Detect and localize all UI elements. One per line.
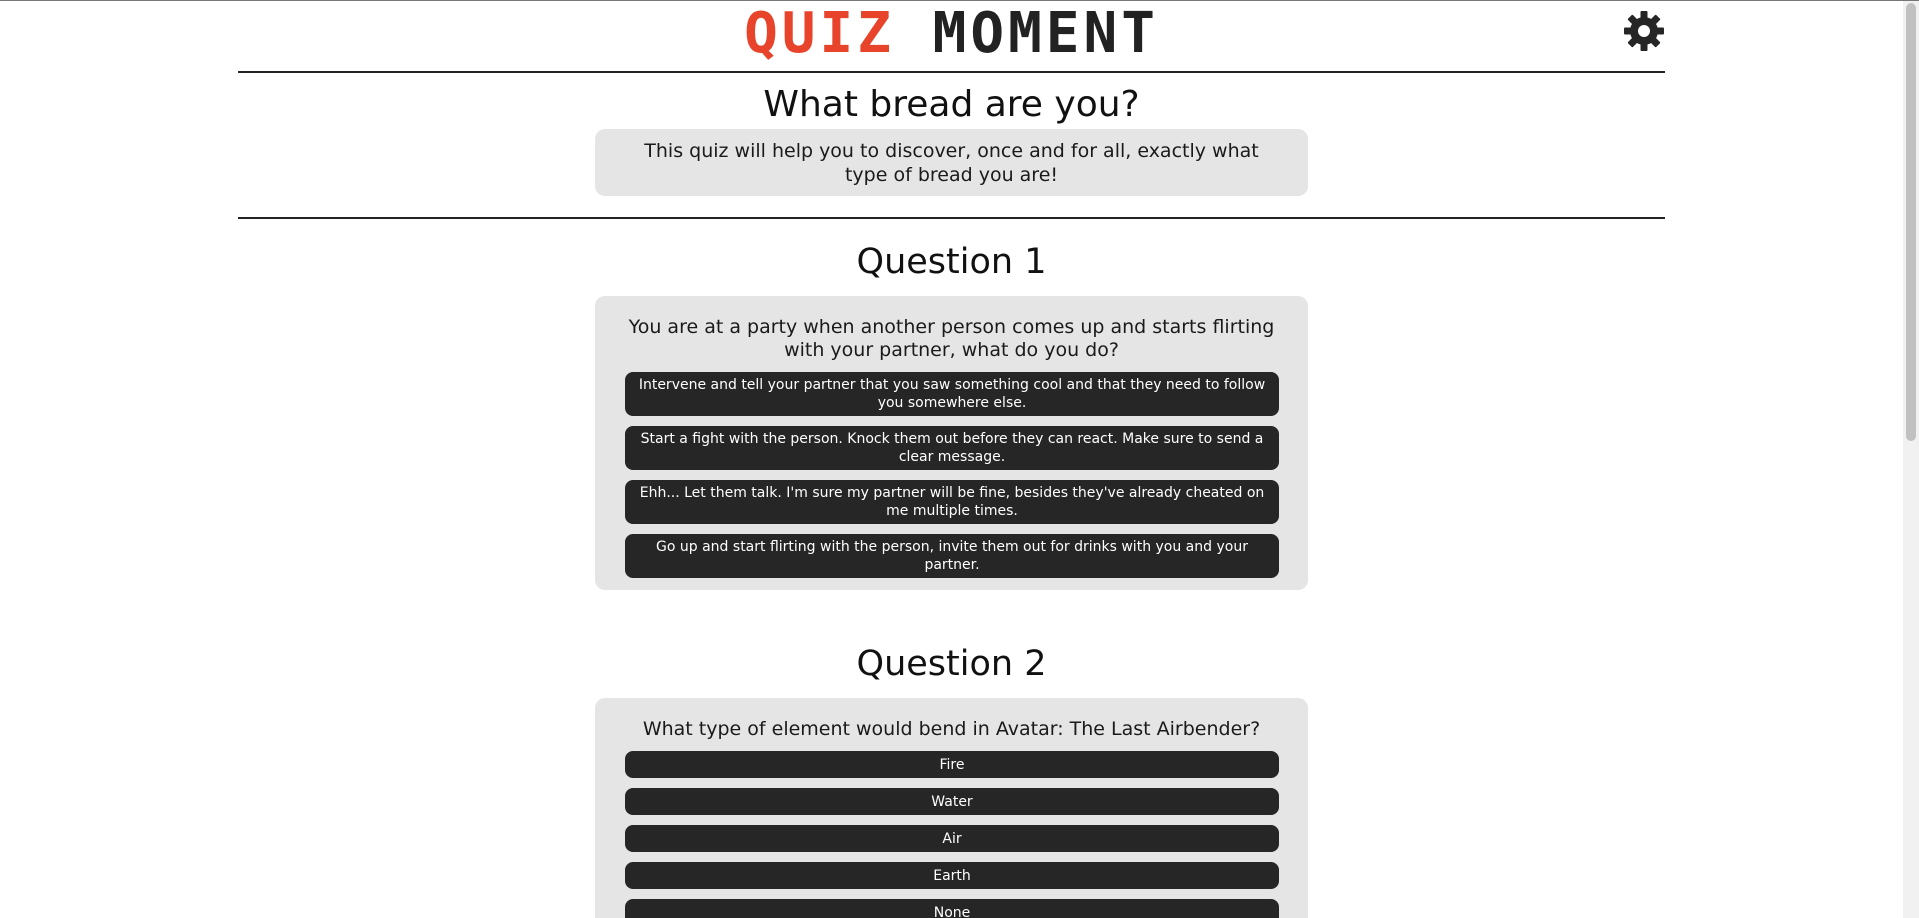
question-text: You are at a party when another person c… [628,316,1275,361]
answer-button[interactable]: Ehh... Let them talk. I'm sure my partne… [625,480,1279,524]
answer-button[interactable]: Start a fight with the person. Knock the… [625,426,1279,470]
site-logo[interactable]: QUIZ MOMENT [238,3,1665,65]
question-card: What type of element would bend in Avata… [595,698,1308,918]
quiz-title: What bread are you? [763,84,1140,125]
site-header: QUIZ MOMENT [238,1,1665,73]
settings-button[interactable] [1623,10,1665,52]
section-divider [238,217,1665,219]
answer-button[interactable]: None [625,899,1279,918]
answer-button[interactable]: Go up and start flirting with the person… [625,534,1279,578]
vertical-scrollbar[interactable] [1903,1,1919,918]
answer-button[interactable]: Earth [625,862,1279,889]
question-heading: Question 2 [856,644,1047,684]
answer-button[interactable]: Air [625,825,1279,852]
gear-icon [1624,11,1664,51]
logo-word-quiz: QUIZ [744,1,895,66]
answer-button[interactable]: Fire [625,751,1279,778]
question-card: You are at a party when another person c… [595,296,1308,590]
question-heading: Question 1 [856,242,1047,282]
answer-button[interactable]: Water [625,788,1279,815]
quiz-description: This quiz will help you to discover, onc… [595,129,1308,196]
quiz-page: QUIZ MOMENT What bread are you? This qui… [0,0,1919,918]
scrollbar-thumb[interactable] [1906,3,1916,441]
logo-word-moment: MOMENT [932,1,1159,66]
question-text: What type of element would bend in Avata… [642,718,1261,740]
answer-button[interactable]: Intervene and tell your partner that you… [625,372,1279,416]
